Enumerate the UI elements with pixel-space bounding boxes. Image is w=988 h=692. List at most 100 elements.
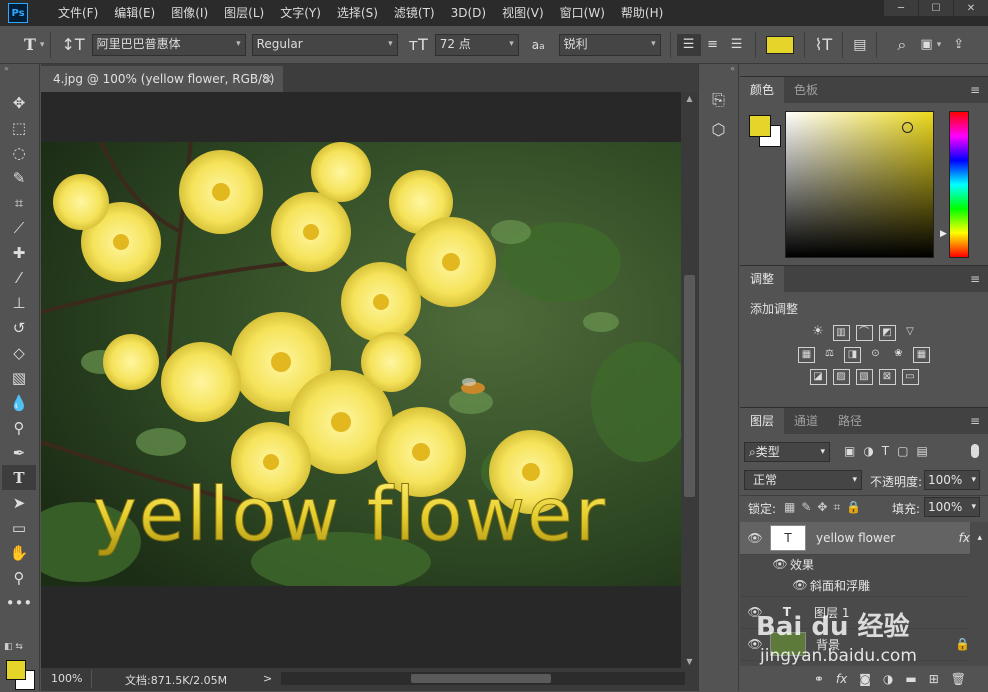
- curves-icon[interactable]: ⌒: [855, 325, 873, 341]
- menu-select[interactable]: 选择(S): [329, 0, 386, 26]
- menu-edit[interactable]: 编辑(E): [106, 0, 163, 26]
- eyedropper-tool-icon[interactable]: ⟋: [2, 215, 36, 240]
- eye-icon[interactable]: 👁: [790, 578, 810, 592]
- vibrance-icon[interactable]: ▽: [902, 325, 919, 341]
- panel-foreground-swatch[interactable]: [749, 115, 771, 137]
- scroll-down-icon[interactable]: ▼: [681, 657, 698, 666]
- tab-color[interactable]: 颜色: [740, 77, 785, 103]
- foreground-color-swatch[interactable]: [6, 660, 26, 680]
- photo-filter-icon[interactable]: ⊙: [867, 347, 884, 363]
- font-style-select[interactable]: Regular ▾: [251, 33, 398, 56]
- 3d-panel-icon[interactable]: ⬡: [699, 120, 738, 150]
- panel-menu-icon[interactable]: ≡: [970, 272, 980, 286]
- rectangle-tool-icon[interactable]: ▭: [2, 515, 36, 540]
- antialias-select[interactable]: 锐利 ▾: [558, 33, 661, 56]
- minimize-button[interactable]: ─: [884, 0, 918, 16]
- exposure-icon[interactable]: ◩: [878, 325, 896, 341]
- color-picker-field[interactable]: [785, 111, 934, 258]
- close-window-button[interactable]: ✕: [954, 0, 988, 16]
- history-brush-tool-icon[interactable]: ↺: [2, 315, 36, 340]
- lock-icons[interactable]: ▦✎✥⌗🔒: [784, 500, 867, 515]
- brush-tool-icon[interactable]: ⁄: [2, 265, 36, 290]
- menu-3d[interactable]: 3D(D): [443, 0, 494, 26]
- align-right-button[interactable]: ☰: [725, 34, 749, 56]
- menu-view[interactable]: 视图(V): [494, 0, 552, 26]
- search-icon[interactable]: ⌕: [897, 35, 906, 55]
- clone-stamp-tool-icon[interactable]: ⊥: [2, 290, 36, 315]
- horizontal-scroll-thumb[interactable]: [411, 674, 551, 683]
- delete-layer-icon[interactable]: 🗑: [951, 672, 966, 686]
- menu-file[interactable]: 文件(F): [50, 0, 106, 26]
- color-lookup-icon[interactable]: ▦: [913, 347, 930, 363]
- effects-row[interactable]: 👁 效果: [740, 554, 970, 574]
- layer-row-yellow-flower[interactable]: 👁 T yellow flower fx ▴: [740, 522, 982, 555]
- add-style-icon[interactable]: fx: [836, 672, 847, 686]
- move-tool-icon[interactable]: ✥: [2, 90, 36, 115]
- history-panel-icon[interactable]: ⎘: [699, 90, 738, 120]
- selective-color-icon[interactable]: ⊠: [878, 369, 896, 385]
- vertical-scroll-thumb[interactable]: [684, 275, 695, 497]
- share-icon[interactable]: ⇪: [953, 37, 964, 52]
- type-tool-preset-icon[interactable]: T: [24, 35, 36, 54]
- color-balance-icon[interactable]: ⚖: [821, 347, 838, 363]
- tab-swatches[interactable]: 色板: [784, 77, 828, 103]
- layer-filter-select[interactable]: ⌕类型 ▾: [744, 442, 830, 462]
- menu-layer[interactable]: 图层(L): [216, 0, 272, 26]
- more-tools-icon[interactable]: •••: [2, 590, 36, 615]
- text-orientation-icon[interactable]: ↕T: [61, 35, 84, 54]
- panel-menu-icon[interactable]: ≡: [970, 83, 980, 97]
- zoom-level[interactable]: 100%: [51, 672, 82, 685]
- character-panel-icon[interactable]: ▤: [853, 37, 866, 53]
- maximize-button[interactable]: ☐: [919, 0, 953, 16]
- dodge-tool-icon[interactable]: ⚲: [2, 415, 36, 440]
- workspace-icon[interactable]: ▣: [920, 37, 932, 52]
- close-tab-icon[interactable]: ×: [263, 66, 273, 92]
- pen-tool-icon[interactable]: ✒: [2, 440, 36, 465]
- crop-tool-icon[interactable]: ⌗: [2, 190, 36, 215]
- blur-tool-icon[interactable]: 💧: [2, 390, 36, 415]
- black-white-icon[interactable]: ◨: [844, 347, 861, 363]
- hue-slider[interactable]: [949, 111, 969, 258]
- gradient-map-icon[interactable]: ▭: [901, 369, 919, 385]
- collapse-dock-icon[interactable]: «: [699, 64, 738, 76]
- posterize-icon[interactable]: ▨: [832, 369, 850, 385]
- font-family-select[interactable]: 阿里巴巴普惠体 ▾: [91, 33, 246, 56]
- horizontal-scrollbar[interactable]: [281, 672, 685, 685]
- adjustment-layer-icon[interactable]: ◑: [883, 672, 893, 686]
- opacity-input[interactable]: 100% ▾: [924, 470, 980, 490]
- align-left-button[interactable]: ☰: [676, 33, 701, 56]
- tab-paths[interactable]: 路径: [828, 408, 872, 434]
- warp-text-icon[interactable]: ⌇T: [815, 35, 833, 54]
- fill-input[interactable]: 100% ▾: [924, 497, 980, 517]
- default-colors-icon[interactable]: ◧ ⇆: [4, 642, 23, 652]
- hue-slider-handle[interactable]: ▶: [940, 229, 947, 239]
- chevron-down-icon[interactable]: ▾: [40, 40, 45, 50]
- image-canvas[interactable]: yellow flower: [41, 142, 681, 586]
- threshold-icon[interactable]: ▧: [855, 369, 873, 385]
- lasso-tool-icon[interactable]: ◌: [2, 140, 36, 165]
- brightness-icon[interactable]: ☀: [810, 325, 827, 341]
- gradient-tool-icon[interactable]: ▧: [2, 365, 36, 390]
- hue-saturation-icon[interactable]: ▦: [798, 347, 815, 363]
- align-center-button[interactable]: ≡: [701, 34, 725, 56]
- tab-adjustments[interactable]: 调整: [740, 266, 785, 292]
- collapse-effects-icon[interactable]: ▴: [977, 533, 982, 543]
- eraser-tool-icon[interactable]: ◇: [2, 340, 36, 365]
- invert-icon[interactable]: ◪: [809, 369, 827, 385]
- layer-name[interactable]: yellow flower: [816, 531, 959, 545]
- layer-filter-icons[interactable]: ▣◑T▢▤: [844, 444, 936, 458]
- quick-selection-tool-icon[interactable]: ✎: [2, 165, 36, 190]
- link-icon[interactable]: ⚭: [814, 672, 824, 686]
- tab-layers[interactable]: 图层: [740, 408, 785, 434]
- menu-help[interactable]: 帮助(H): [613, 0, 671, 26]
- healing-brush-tool-icon[interactable]: ✚: [2, 240, 36, 265]
- add-mask-icon[interactable]: ◙: [859, 672, 871, 686]
- path-selection-tool-icon[interactable]: ➤: [2, 490, 36, 515]
- font-size-select[interactable]: 72 点 ▾: [434, 33, 519, 56]
- fx-icon[interactable]: fx: [959, 531, 970, 545]
- menu-image[interactable]: 图像(I): [163, 0, 216, 26]
- menu-window[interactable]: 窗口(W): [552, 0, 613, 26]
- tab-channels[interactable]: 通道: [784, 408, 828, 434]
- levels-icon[interactable]: ▥: [832, 325, 850, 341]
- scroll-up-icon[interactable]: ▲: [681, 94, 698, 103]
